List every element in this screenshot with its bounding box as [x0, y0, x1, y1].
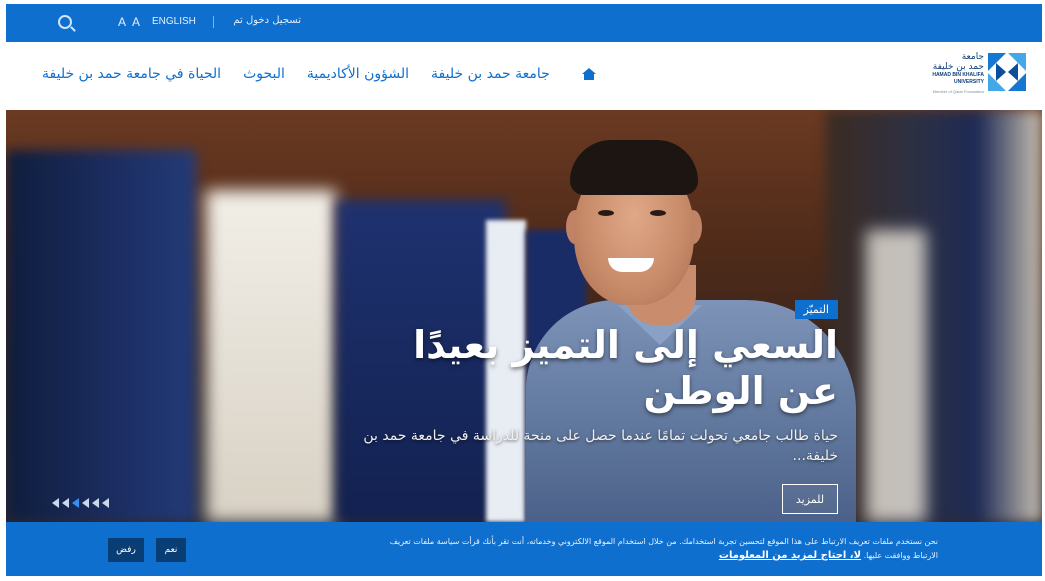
cookie-accept-button[interactable]: نعم — [156, 538, 186, 562]
read-more-button[interactable]: للمزيد — [782, 484, 838, 514]
background-panel — [6, 150, 196, 522]
background-panel — [866, 230, 926, 522]
slider-dot[interactable] — [72, 498, 79, 508]
divider — [213, 16, 214, 28]
background-panel — [826, 110, 1042, 522]
nav-item-life[interactable]: الحياة في جامعة حمد بن خليفة — [42, 66, 221, 82]
category-badge[interactable]: التميّز — [794, 300, 838, 319]
eye — [598, 210, 614, 216]
logo-english-line1: HAMAD BIN KHALIFA — [932, 72, 984, 78]
nav-item-academics[interactable]: الشؤون الأكاديمية — [307, 66, 409, 82]
background-panel — [206, 190, 336, 522]
login-link[interactable]: تسجيل دخول تم — [231, 15, 301, 26]
main-nav: الحياة في جامعة حمد بن خليفة البحوث الشؤ… — [42, 66, 596, 82]
logo-arabic-line1: جامعة — [961, 52, 984, 62]
font-size-toggle[interactable]: A A — [118, 15, 142, 29]
cookie-more-info-link[interactable]: لا، احتاج لمزيد من المعلومات — [719, 550, 861, 561]
search-icon[interactable] — [58, 15, 72, 29]
cookie-consent-bar: نحن نستخدم ملفات تعريف الارتباط على هذا … — [6, 522, 1042, 576]
logo-arabic-line2: حمد بن خليفة — [932, 62, 984, 72]
slider-dot[interactable] — [82, 498, 89, 508]
university-logo[interactable]: جامعة حمد بن خليفة HAMAD BIN KHALIFA UNI… — [916, 50, 1026, 102]
nav-item-university[interactable]: جامعة حمد بن خليفة — [431, 66, 550, 82]
hero-title: السعي إلى التميز بعيدًا عن الوطن — [413, 323, 838, 413]
top-utility-bar: A A ENGLISH تسجيل دخول تم — [6, 4, 1042, 42]
language-switch-link[interactable]: ENGLISH — [152, 16, 196, 27]
hero-subtitle: حياة طالب جامعي تحولت تمامًا عندما حصل ع… — [363, 428, 838, 464]
cookie-message: نحن نستخدم ملفات تعريف الارتباط على هذا … — [378, 535, 938, 563]
slider-dot[interactable] — [92, 498, 99, 508]
hero-banner: التميّز السعي إلى التميز بعيدًا عن الوطن… — [6, 110, 1042, 522]
cookie-reject-button[interactable]: رفض — [108, 538, 144, 562]
eye — [650, 210, 666, 216]
slider-dot[interactable] — [62, 498, 69, 508]
slider-dot[interactable] — [52, 498, 59, 508]
slider-pagination — [52, 498, 109, 508]
logo-member-text: Member of Qatar Foundation — [932, 89, 984, 94]
main-header: الحياة في جامعة حمد بن خليفة البحوث الشؤ… — [6, 42, 1042, 108]
smile — [608, 258, 654, 272]
nav-item-research[interactable]: البحوث — [243, 66, 285, 82]
logo-text: جامعة حمد بن خليفة HAMAD BIN KHALIFA UNI… — [932, 52, 984, 95]
slider-dot[interactable] — [102, 498, 109, 508]
logo-mark-icon — [988, 53, 1026, 91]
logo-english-line2: UNIVERSITY — [953, 79, 984, 85]
home-icon[interactable] — [581, 68, 596, 80]
hair — [570, 140, 698, 195]
